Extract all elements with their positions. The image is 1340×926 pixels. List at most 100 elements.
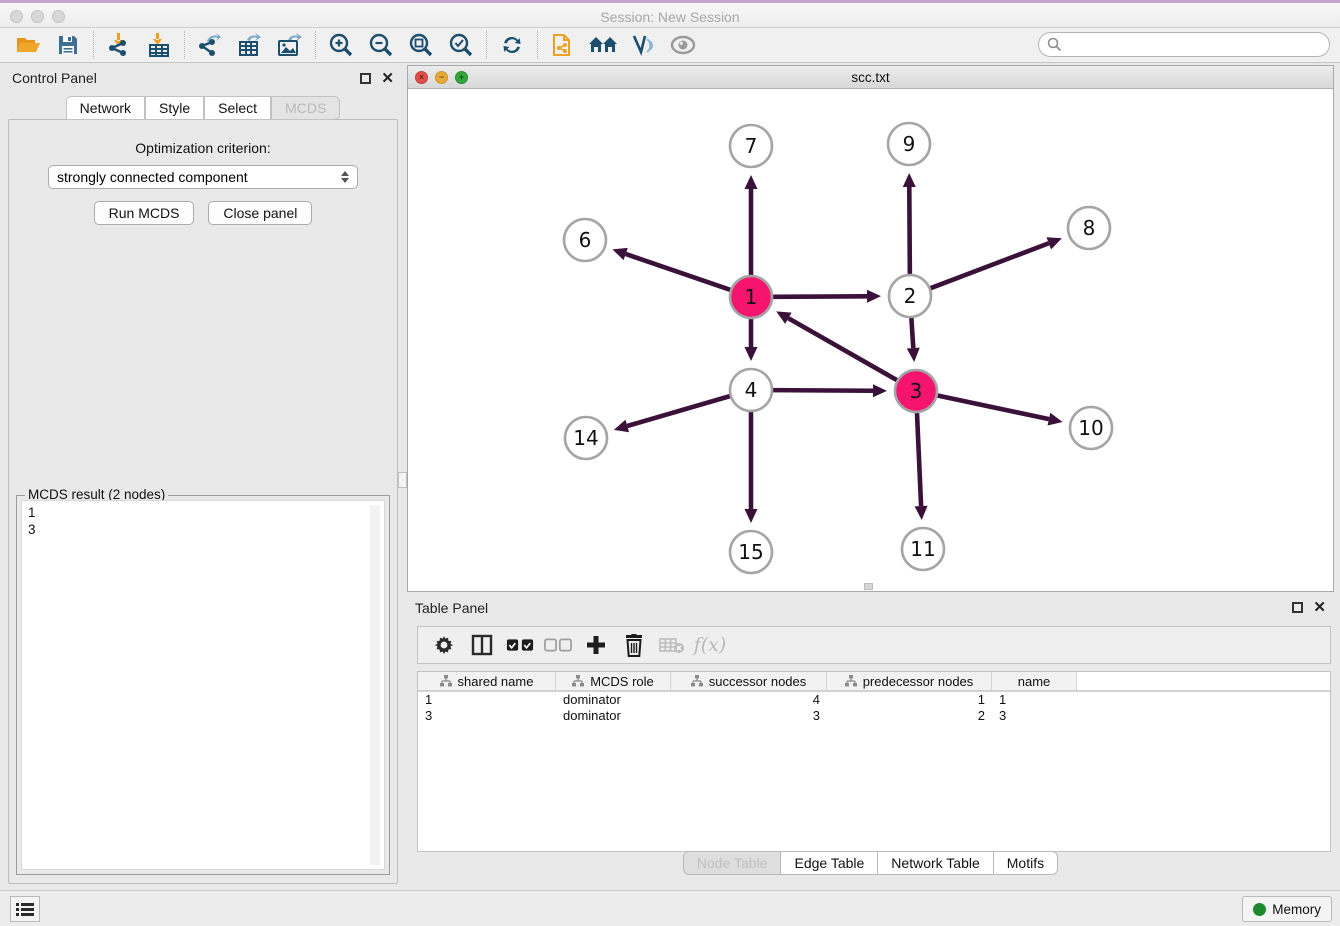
tab-network[interactable]: Network: [66, 96, 145, 120]
select-all-button[interactable]: [506, 631, 534, 659]
network-graph[interactable]: 7968124314101511: [408, 89, 1333, 591]
column-label: successor nodes: [709, 674, 807, 689]
import-table-button[interactable]: [139, 30, 179, 60]
save-session-button[interactable]: [48, 30, 88, 60]
export-table-button[interactable]: [230, 30, 270, 60]
cyndex-button[interactable]: [543, 30, 583, 60]
zoom-selected-icon: [448, 32, 474, 58]
import-network-button[interactable]: [99, 30, 139, 60]
graph-edge-4-3[interactable]: [773, 390, 873, 391]
mcds-result-groupbox: MCDS result (2 nodes) 1 3: [16, 495, 390, 875]
show-column-button[interactable]: [468, 631, 496, 659]
column-label: predecessor nodes: [863, 674, 974, 689]
column-header-successor-nodes[interactable]: successor nodes: [671, 672, 827, 690]
cell-mcds-role[interactable]: dominator: [556, 708, 671, 724]
cell-name[interactable]: 1: [992, 692, 1077, 708]
export-table-icon: [237, 32, 263, 58]
search-field[interactable]: [1038, 32, 1330, 57]
table-options-gear-button[interactable]: [430, 631, 458, 659]
column-label: shared name: [458, 674, 534, 689]
cell-predecessor-nodes[interactable]: 2: [827, 708, 992, 724]
zoom-fit-button[interactable]: [401, 30, 441, 60]
graph-edge-3-11[interactable]: [917, 413, 921, 506]
add-column-button[interactable]: [582, 631, 610, 659]
zoom-in-button[interactable]: [321, 30, 361, 60]
delete-column-button[interactable]: [620, 631, 648, 659]
task-history-button[interactable]: [10, 896, 40, 922]
panel-splitter-handle[interactable]: [398, 472, 407, 488]
zoom-out-button[interactable]: [361, 30, 401, 60]
open-session-button[interactable]: [8, 30, 48, 60]
cell-predecessor-nodes[interactable]: 1: [827, 692, 992, 708]
graph-node-label: 9: [903, 132, 916, 156]
mcds-result-line: 3: [28, 521, 378, 538]
cell-successor-nodes[interactable]: 3: [671, 708, 827, 724]
cell-shared-name[interactable]: 1: [418, 692, 556, 708]
network-window-titlebar: × − + scc.txt: [408, 66, 1333, 89]
close-panel-icon[interactable]: ✕: [381, 73, 394, 84]
network-canvas[interactable]: 7968124314101511: [408, 89, 1333, 591]
run-mcds-button[interactable]: Run MCDS: [94, 201, 195, 225]
hide-graphics-details-button[interactable]: [623, 30, 663, 60]
graph-node-label: 6: [579, 228, 592, 252]
cyndex-document-icon: [551, 31, 575, 59]
graph-edge-4-14[interactable]: [627, 396, 730, 426]
column-header-mcds-role[interactable]: MCDS role: [556, 672, 671, 690]
optimization-criterion-select[interactable]: strongly connected component: [48, 165, 358, 189]
column-header-shared-name[interactable]: shared name: [418, 672, 556, 690]
cell-shared-name[interactable]: 3: [418, 708, 556, 724]
graph-edge-3-10[interactable]: [938, 396, 1049, 420]
graph-edge-3-1[interactable]: [788, 318, 897, 380]
refresh-button[interactable]: [492, 30, 532, 60]
graph-edge-1-6[interactable]: [626, 254, 731, 290]
zoom-selected-button[interactable]: [441, 30, 481, 60]
result-scrollbar[interactable]: [370, 505, 380, 865]
column-type-icon: [691, 675, 703, 687]
export-image-button[interactable]: [270, 30, 310, 60]
checked-boxes-icon: [506, 638, 534, 652]
close-table-panel-icon[interactable]: ✕: [1313, 602, 1326, 613]
tab-edge-table[interactable]: Edge Table: [781, 851, 878, 875]
network-overview-button[interactable]: [583, 30, 623, 60]
graph-edge-2-8[interactable]: [931, 243, 1049, 288]
network-hscroll-thumb[interactable]: [864, 583, 873, 590]
export-image-icon: [276, 32, 304, 58]
column-header-predecessor-nodes[interactable]: predecessor nodes: [827, 672, 992, 690]
mcds-result-textarea[interactable]: 1 3: [21, 500, 385, 870]
show-graphics-button[interactable]: [663, 30, 703, 60]
control-panel-title: Control Panel: [4, 70, 360, 86]
tab-node-table[interactable]: Node Table: [683, 851, 782, 875]
tab-select[interactable]: Select: [204, 96, 271, 120]
graph-edge-1-2[interactable]: [773, 296, 867, 297]
graph-edge-2-3[interactable]: [911, 318, 913, 348]
zoom-fit-icon: [408, 32, 434, 58]
optimization-criterion-value: strongly connected component: [57, 169, 341, 185]
graph-edge-2-9[interactable]: [909, 187, 910, 274]
graph-edge-arrowhead: [612, 248, 627, 260]
tab-mcds[interactable]: MCDS: [271, 96, 340, 120]
graph-edge-arrowhead: [745, 347, 758, 361]
close-panel-button[interactable]: Close panel: [208, 201, 312, 225]
deselect-all-button[interactable]: [544, 631, 572, 659]
cell-successor-nodes[interactable]: 4: [671, 692, 827, 708]
status-bar: Memory: [0, 890, 1340, 926]
memory-button[interactable]: Memory: [1242, 896, 1332, 922]
float-panel-icon[interactable]: [360, 73, 371, 84]
float-table-panel-icon[interactable]: [1292, 602, 1303, 613]
tab-network-table[interactable]: Network Table: [878, 851, 993, 875]
column-label: MCDS role: [590, 674, 654, 689]
tab-style[interactable]: Style: [145, 96, 204, 120]
cell-name[interactable]: 3: [992, 708, 1077, 724]
tab-motifs[interactable]: Motifs: [994, 851, 1058, 875]
function-builder-button[interactable]: f(x): [696, 631, 724, 659]
delete-table-button[interactable]: [658, 631, 686, 659]
export-network-button[interactable]: [190, 30, 230, 60]
table-panel-header: Table Panel ✕: [407, 595, 1334, 620]
column-header-name[interactable]: name: [992, 672, 1077, 690]
table-row[interactable]: 3 dominator 3 2 3: [418, 708, 1330, 724]
search-input[interactable]: [1067, 37, 1329, 52]
table-tabs: Node Table Edge Table Network Table Moti…: [407, 851, 1334, 875]
table-row[interactable]: 1 dominator 4 1 1: [418, 692, 1330, 708]
cell-mcds-role[interactable]: dominator: [556, 692, 671, 708]
table-panel: Table Panel ✕: [407, 595, 1334, 888]
